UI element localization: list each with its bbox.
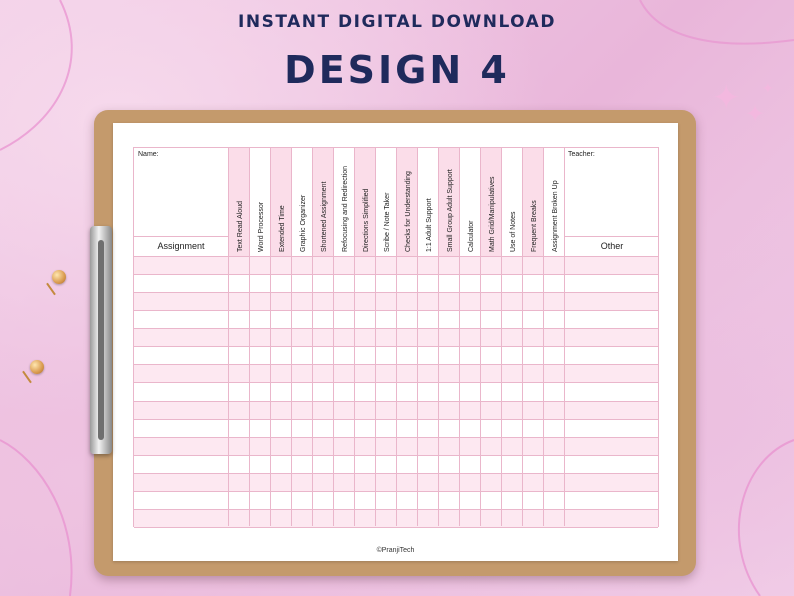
clipboard-clip-slot: [98, 240, 104, 440]
grid-row-line: [134, 436, 658, 438]
accommodation-label: Directions Simplified: [363, 188, 370, 252]
grid-row-line: [134, 382, 658, 384]
accommodation-label: Extended Time: [279, 205, 286, 252]
accommodation-label: Scribe / Note Taker: [384, 192, 391, 252]
accommodation-column-header: Scribe / Note Taker: [375, 148, 396, 256]
accommodation-label: Use of Notes: [510, 211, 517, 252]
accommodation-label: 1:1 Adult Support: [426, 198, 433, 252]
sparkle-icon: ✦: [745, 101, 766, 128]
name-label: Name:: [138, 151, 159, 158]
accommodation-label: Shortened Assignment: [321, 181, 328, 252]
sparkle-icon: ✦: [712, 79, 741, 117]
grid-vertical-line: [522, 256, 523, 526]
other-column-divider: [564, 148, 565, 256]
accommodation-column-header: 1:1 Adult Support: [417, 148, 438, 256]
grid-vertical-line: [333, 256, 334, 526]
accommodation-label: Calculator: [468, 220, 475, 252]
accommodation-label: Text Read Aloud: [237, 201, 244, 252]
grid-vertical-line: [438, 256, 439, 526]
grid-vertical-line: [354, 256, 355, 526]
accommodation-column-header: Checks for Understanding: [396, 148, 417, 256]
grid-row-line: [134, 454, 658, 456]
accommodation-label: Assignment Broken Up: [552, 180, 559, 252]
accommodation-label: Refocusing and Redirection: [342, 166, 349, 252]
accommodation-column-header: Text Read Aloud: [228, 148, 249, 256]
accommodation-column-header: Small Group Adult Support: [438, 148, 459, 256]
header-title: DESIGN 4: [284, 48, 510, 92]
grid-row-line: [134, 490, 658, 492]
accommodation-label: Math Grid/Manipulatives: [489, 176, 496, 252]
grid-row-line: [134, 292, 658, 294]
grid-vertical-line: [249, 256, 250, 526]
grid-row-line: [134, 310, 658, 312]
credit-text: ©PranjiTech: [376, 547, 415, 554]
grid-vertical-line: [228, 256, 229, 526]
header-subtitle: INSTANT DIGITAL DOWNLOAD: [238, 12, 556, 32]
grid-vertical-line: [459, 256, 460, 526]
grid-vertical-line: [291, 256, 292, 526]
grid-vertical-line: [501, 256, 502, 526]
sparkle-icon: ✦: [762, 80, 774, 96]
grid-vertical-line: [270, 256, 271, 526]
grid-row-line: [134, 364, 658, 366]
accommodation-column-header: Assignment Broken Up: [543, 148, 564, 256]
grid-row-line: [134, 256, 658, 257]
grid-row-line: [134, 508, 658, 510]
accommodation-column-header: Use of Notes: [501, 148, 522, 256]
teacher-label: Teacher:: [568, 151, 595, 158]
grid-vertical-line: [543, 256, 544, 526]
header-divider-line: [564, 236, 658, 237]
accommodation-column-header: Graphic Organizer: [291, 148, 312, 256]
accommodation-label: Checks for Understanding: [405, 171, 412, 252]
grid-row-line: [134, 418, 658, 420]
grid-vertical-line: [396, 256, 397, 526]
accommodation-column-header: Shortened Assignment: [312, 148, 333, 256]
accommodation-column-header: Extended Time: [270, 148, 291, 256]
accommodation-column-header: Directions Simplified: [354, 148, 375, 256]
grid-row-line: [134, 346, 658, 348]
accommodation-label: Small Group Adult Support: [447, 169, 454, 252]
accommodation-column-header: Calculator: [459, 148, 480, 256]
push-pin-icon: [52, 270, 66, 284]
accommodation-grid: Name: Assignment Teacher: Other Text Rea…: [133, 147, 659, 528]
accommodation-column-header: Refocusing and Redirection: [333, 148, 354, 256]
header-divider-line: [134, 236, 228, 237]
grid-vertical-line: [312, 256, 313, 526]
grid-row-line: [134, 527, 658, 528]
grid-row-line: [134, 472, 658, 474]
accommodation-column-header: Frequent Breaks: [522, 148, 543, 256]
other-header: Other: [600, 241, 624, 251]
accommodation-label: Graphic Organizer: [300, 194, 307, 252]
assignment-header: Assignment: [157, 241, 205, 251]
grid-vertical-line: [375, 256, 376, 526]
grid-row-line: [134, 400, 658, 402]
grid-row-line: [134, 328, 658, 330]
grid-vertical-line: [480, 256, 481, 526]
accommodation-label: Word Processor: [258, 201, 265, 252]
accommodation-label: Frequent Breaks: [531, 200, 538, 252]
grid-row-line: [134, 274, 658, 276]
push-pin-icon: [30, 360, 44, 374]
grid-vertical-line: [564, 256, 565, 526]
accommodation-column-header: Word Processor: [249, 148, 270, 256]
accommodation-column-header: Math Grid/Manipulatives: [480, 148, 501, 256]
grid-vertical-line: [417, 256, 418, 526]
